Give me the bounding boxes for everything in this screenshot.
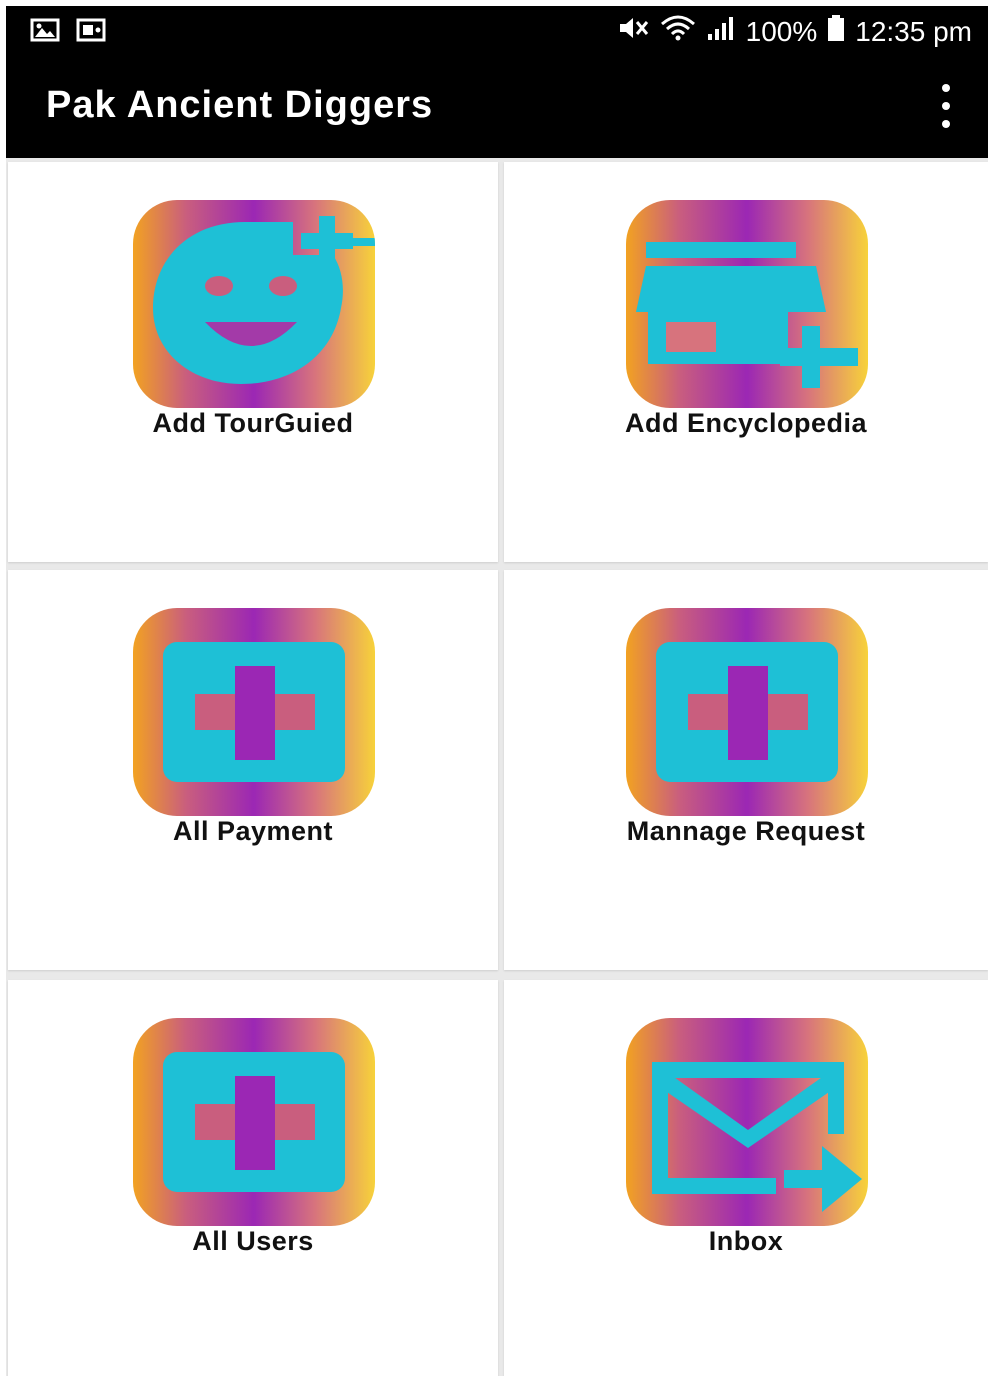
wifi-icon (660, 14, 696, 49)
tile-label: All Users (192, 1226, 314, 1256)
manage-request-card[interactable]: Mannage Request (504, 570, 988, 970)
add-store-icon (626, 200, 868, 408)
battery-percent: 100% (745, 15, 818, 47)
add-box-icon (133, 608, 375, 816)
inbox-card[interactable]: Inbox (504, 980, 988, 1376)
add-box-icon (626, 608, 868, 816)
tile-label: Add Encyclopedia (624, 408, 868, 438)
status-left-icons (30, 18, 106, 47)
all-users-card[interactable]: All Users (8, 980, 498, 1376)
more-vert-icon[interactable] (934, 84, 958, 128)
app-screen: 100% 12:35 pm Pak Ancient Diggers Add To… (0, 0, 988, 1376)
status-bar: 100% 12:35 pm (6, 6, 988, 58)
forward-mail-icon (626, 1018, 868, 1226)
dashboard-grid: Add TourGuied Add Encyclopedia All Payme… (6, 158, 988, 1376)
mute-icon (618, 14, 650, 49)
app-title: Pak Ancient Diggers (46, 84, 434, 126)
tile-label: Add TourGuied (152, 408, 354, 438)
add-tour-guide-card[interactable]: Add TourGuied (8, 162, 498, 562)
add-face-icon (133, 200, 375, 408)
app-toolbar: Pak Ancient Diggers (6, 58, 988, 158)
signal-icon (706, 14, 736, 49)
gallery-icon (30, 18, 60, 47)
add-encyclopedia-card[interactable]: Add Encyclopedia (504, 162, 988, 562)
tile-label: All Payment (172, 816, 334, 846)
all-payment-card[interactable]: All Payment (8, 570, 498, 970)
status-time: 12:35 pm (855, 15, 972, 47)
screenshot-icon (76, 18, 106, 47)
tile-label: Mannage Request (626, 816, 866, 846)
add-box-icon (133, 1018, 375, 1226)
battery-icon (827, 14, 845, 49)
tile-label: Inbox (708, 1226, 784, 1256)
status-right-icons: 100% 12:35 pm (618, 14, 972, 49)
